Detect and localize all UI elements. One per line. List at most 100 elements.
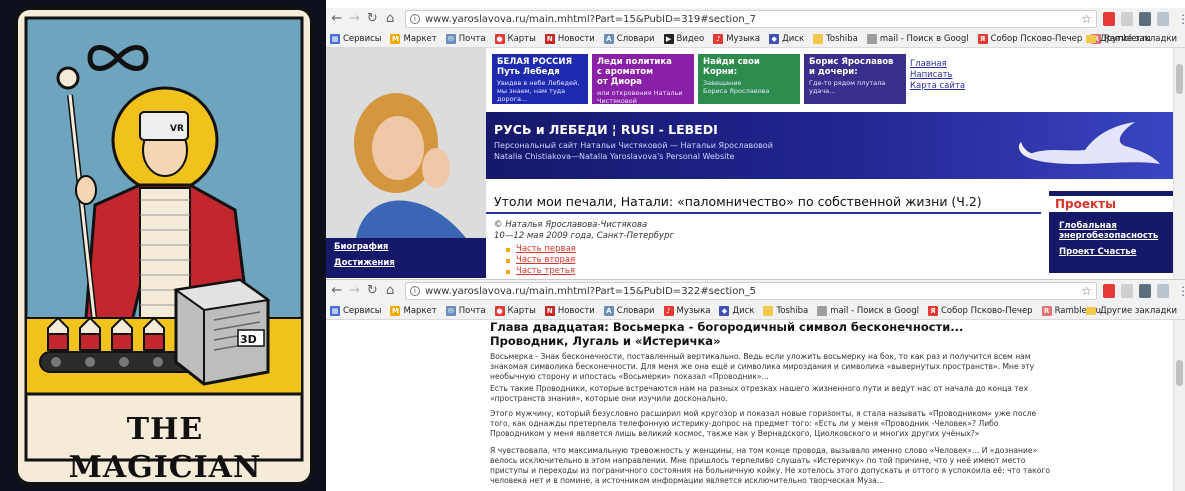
bookmark-item[interactable]: mail - Поиск в Googl — [817, 305, 919, 316]
feature-block-subtitle: Где-то рядом плутала удача... — [809, 79, 886, 95]
extension-icon[interactable] — [1120, 284, 1133, 298]
project-link[interactable]: Проект Счастье — [1059, 247, 1169, 257]
bookmark-star-icon[interactable]: ☆ — [1081, 284, 1092, 298]
folder-icon — [1085, 35, 1096, 43]
part-link[interactable]: Часть первая — [506, 244, 576, 255]
reload-icon[interactable]: ↻ — [365, 11, 379, 27]
nav-biography[interactable]: Биография — [326, 240, 486, 254]
info-icon[interactable]: i — [409, 286, 420, 296]
folder-icon — [813, 33, 824, 44]
back-icon[interactable]: ← — [330, 11, 344, 27]
bookmark-item[interactable]: ▶ Видео — [663, 33, 704, 44]
feature-block[interactable]: Борис Ярославов и дочери: Где-то рядом п… — [804, 54, 906, 104]
bookmark-item[interactable]: ▦ Сервисы — [330, 33, 381, 44]
bookmark-item[interactable]: mail - Поиск в Googl — [866, 33, 969, 44]
svg-text:VR: VR — [170, 124, 184, 134]
bookmark-item[interactable]: Toshiba — [763, 305, 808, 316]
folder-icon — [763, 305, 774, 316]
left-nav: Биография Достижения — [326, 238, 486, 278]
page-icon — [866, 33, 877, 44]
info-icon[interactable]: i — [409, 14, 420, 24]
bookmark-item[interactable]: ✉ Почта — [445, 33, 486, 44]
top-links: Главная Написать Карта сайта — [910, 59, 965, 92]
feature-block-title: Леди политика с ароматом от Диора — [597, 57, 672, 87]
vertical-scrollbar[interactable] — [1173, 48, 1185, 279]
bookmark-item[interactable]: M Маркет — [390, 305, 437, 316]
bookmark-item[interactable]: Я Собор Псково-Печер — [977, 33, 1082, 44]
forward-icon[interactable]: → — [348, 11, 362, 27]
vertical-scrollbar[interactable] — [1173, 320, 1185, 491]
url-text: www.yaroslavova.ru/main.mhtml?Part=15&Pu… — [424, 285, 757, 297]
bookmark-item[interactable]: A Словари — [603, 305, 655, 316]
feature-block-title: Найди свои Корни: — [703, 57, 760, 77]
music-icon: ♪ — [663, 305, 674, 316]
sitemap-link[interactable]: Карта сайта — [910, 81, 965, 92]
feature-block-subtitle: Завещание Бориса Ярославова — [703, 79, 770, 95]
bookmark-item[interactable]: M Маркет — [390, 33, 437, 44]
extension-icon[interactable] — [1138, 12, 1151, 26]
disk-icon: ◆ — [719, 305, 730, 316]
url-field[interactable]: i www.yaroslavova.ru/main.mhtml?Part=15&… — [404, 282, 1097, 300]
bookmark-item[interactable]: Я Собор Псково-Печер — [927, 305, 1033, 316]
bookmark-item[interactable]: ♪ Музыка — [713, 33, 760, 44]
feature-block-subtitle: или откровения Натальи Чистяковой — [597, 89, 683, 105]
feature-block[interactable]: Леди политика с ароматом от Диора или от… — [592, 54, 694, 105]
nav-achievements[interactable]: Достижения — [326, 256, 486, 270]
page-viewport: БЕЛАЯ РОССИЯ Путь Лебедя Увидев в небе Л… — [326, 48, 1185, 279]
part-link[interactable]: Часть вторая — [506, 255, 576, 266]
browser-window-2: ← → ↻ ⌂ i www.yaroslavova.ru/main.mhtml?… — [326, 279, 1185, 491]
feature-block[interactable]: Найди свои Корни: Завещание Бориса Яросл… — [698, 54, 800, 104]
other-bookmarks[interactable]: Другие закладки — [1085, 302, 1177, 320]
project-link[interactable]: Глобальная энергобезопасность — [1059, 221, 1169, 241]
site-subtitle-en: Natalia Chistiakova—Natalia Yaroslavova'… — [494, 152, 735, 161]
mail-icon: ✉ — [445, 305, 456, 316]
swan-icon — [1018, 122, 1160, 164]
extension-icon[interactable] — [1120, 12, 1133, 26]
dictionary-icon: A — [603, 305, 614, 316]
yandex-icon: Я — [927, 305, 938, 316]
back-icon[interactable]: ← — [330, 283, 344, 299]
extension-icon[interactable] — [1102, 284, 1115, 298]
forward-icon[interactable]: → — [348, 283, 362, 299]
bookmark-item[interactable]: Toshiba — [813, 33, 858, 44]
page-viewport: Глава двадцатая: Восьмерка - богородичны… — [326, 320, 1185, 491]
map-pin-icon: ● — [494, 305, 505, 316]
extension-icon[interactable] — [1102, 12, 1115, 26]
scrollbar-thumb[interactable] — [1176, 360, 1183, 386]
map-pin-icon: ● — [494, 33, 505, 44]
address-bar: ← → ↻ ⌂ i www.yaroslavova.ru/main.mhtml?… — [326, 8, 1185, 30]
bookmark-item[interactable]: ◆ Диск — [769, 33, 804, 44]
bookmark-item[interactable]: ✉ Почта — [445, 305, 486, 316]
contact-link[interactable]: Написать — [910, 70, 965, 81]
extension-icon[interactable] — [1156, 284, 1169, 298]
bookmark-item[interactable]: N Новости — [544, 305, 595, 316]
extension-icon[interactable] — [1138, 284, 1151, 298]
other-bookmarks[interactable]: Другие закладки — [1085, 30, 1177, 48]
extension-icon[interactable] — [1156, 12, 1169, 26]
bookmark-item[interactable]: ● Карты — [494, 33, 536, 44]
bookmark-item[interactable]: ● Карты — [494, 305, 536, 316]
feature-block[interactable]: БЕЛАЯ РОССИЯ Путь Лебедя Увидев в небе Л… — [492, 54, 588, 104]
projects-title: Проекты — [1049, 196, 1173, 212]
bookmark-item[interactable]: ♪ Музыка — [663, 305, 710, 316]
reload-icon[interactable]: ↻ — [365, 283, 379, 299]
site-banner: РУСЬ и ЛЕБЕДИ ¦ RUSI - LEBEDI Персональн… — [486, 112, 1173, 179]
page-icon — [817, 305, 828, 316]
url-field[interactable]: i www.yaroslavova.ru/main.mhtml?Part=15&… — [404, 10, 1097, 28]
bookmark-item[interactable]: N Новости — [544, 33, 595, 44]
menu-icon[interactable]: ⋮ — [1177, 284, 1185, 298]
scrollbar-thumb[interactable] — [1176, 64, 1183, 94]
home-icon[interactable]: ⌂ — [383, 283, 397, 299]
bookmark-star-icon[interactable]: ☆ — [1081, 12, 1092, 26]
news-icon: N — [544, 305, 555, 316]
dictionary-icon: A — [603, 33, 614, 44]
bookmark-item[interactable]: A Словари — [603, 33, 655, 44]
home-icon[interactable]: ⌂ — [383, 11, 397, 27]
bookmark-item[interactable]: ◆ Диск — [719, 305, 754, 316]
menu-icon[interactable]: ⋮ — [1177, 12, 1185, 26]
part-link[interactable]: Часть третья — [506, 266, 576, 277]
feature-block-title: Борис Ярославов и дочери: — [809, 57, 894, 77]
home-link[interactable]: Главная — [910, 59, 965, 70]
bookmark-item[interactable]: ▦ Сервисы — [330, 305, 381, 316]
apps-icon: ▦ — [330, 305, 340, 316]
